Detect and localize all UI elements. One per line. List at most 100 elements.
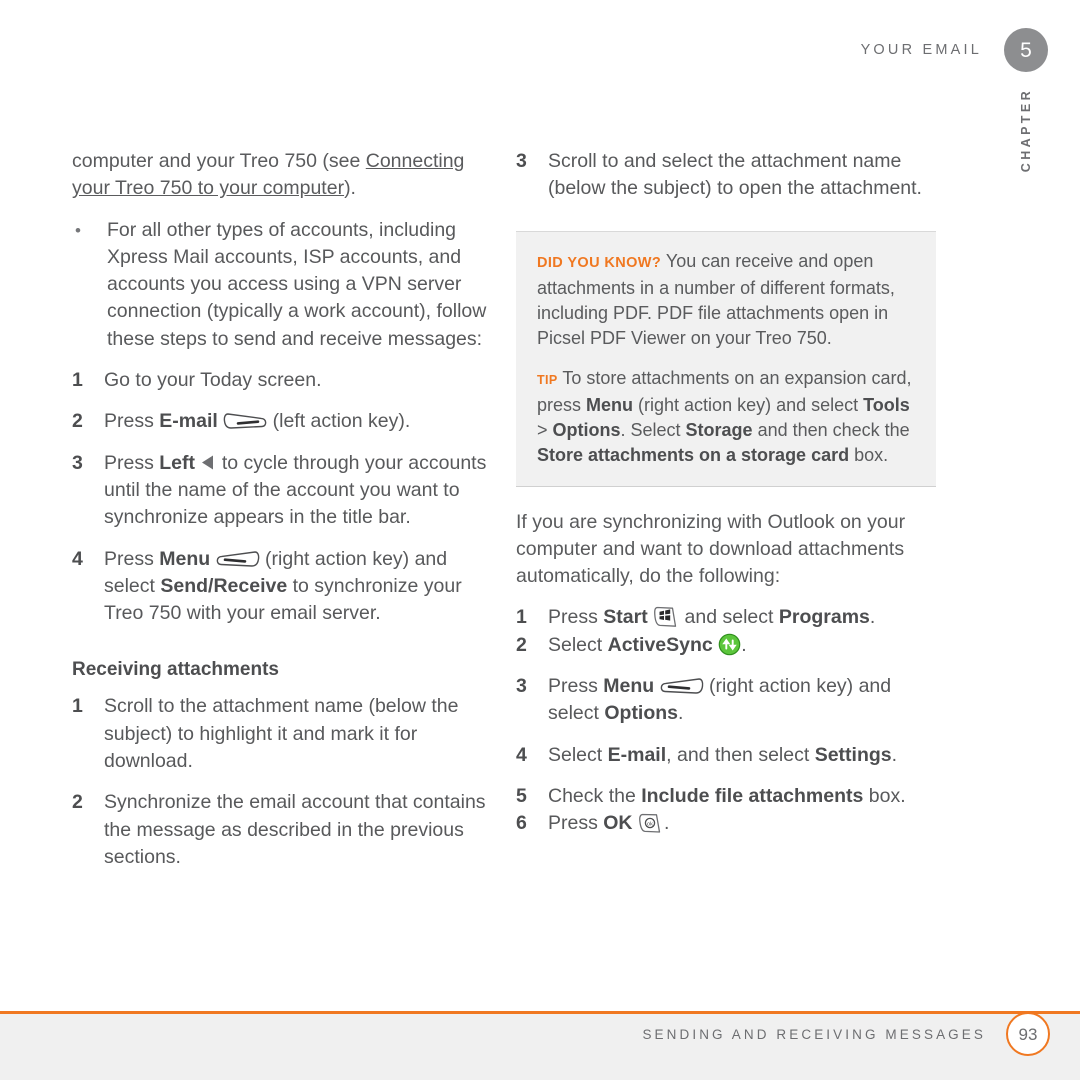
tip-paragraph: TIP To store attachments on an expansion…: [537, 366, 917, 468]
page-number-badge: 93: [1006, 1012, 1050, 1056]
step-text-emphasis: Menu: [603, 675, 655, 698]
left-arrow-icon: [200, 454, 216, 471]
step-text: Press Menu (right action key) and select…: [548, 673, 936, 728]
step-text: Press Start and select Programs.: [548, 604, 936, 631]
step-text-part: .: [869, 606, 876, 629]
tip-text-emphasis: Tools: [863, 394, 910, 415]
left-column: computer and your Treo 750 (see Connecti…: [72, 148, 492, 871]
tip-text-emphasis: Store attachments on a storage card: [537, 444, 850, 465]
step-marker: 6: [516, 812, 527, 835]
step-text-part: Press: [104, 451, 160, 474]
tip-text-part: . Select: [620, 419, 686, 440]
tip-box: DID YOU KNOW? You can receive and open a…: [516, 230, 936, 487]
step-text: Check the Include file attachments box.: [548, 783, 936, 810]
tip-text-part: >: [537, 419, 553, 440]
list-item: 4 Press Menu (right action key) and sele…: [72, 546, 492, 628]
list-item: 2 Synchronize the email account that con…: [72, 789, 492, 871]
list-item: 3 Press Left to cycle through your accou…: [72, 450, 492, 532]
step-text-part: Check the: [548, 784, 642, 807]
step-text-emphasis: ActiveSync: [607, 633, 713, 656]
step-text-emphasis: Menu: [159, 547, 211, 570]
left-action-key-icon: [223, 411, 267, 431]
step-text-emphasis: Options: [604, 702, 679, 725]
continued-paragraph-after: ).: [344, 177, 356, 200]
list-item: 4 Select E-mail, and then select Setting…: [516, 742, 936, 769]
footer: SENDING AND RECEIVING MESSAGES 93: [642, 1012, 1050, 1056]
step-text-emphasis: Start: [603, 606, 648, 629]
step-marker: 1: [516, 606, 527, 629]
step-text-emphasis: E-mail: [607, 743, 667, 766]
step-text-emphasis: E-mail: [159, 410, 218, 433]
step-text: Press OK ok.: [548, 810, 936, 837]
step-text-emphasis: OK: [603, 812, 633, 835]
step-text-part: .: [891, 743, 898, 766]
tip-label: TIP: [537, 372, 558, 387]
list-item: 1 Go to your Today screen.: [72, 367, 492, 394]
step-marker: 2: [516, 633, 527, 656]
step-marker: 5: [516, 784, 527, 807]
step-marker: 2: [72, 791, 83, 814]
step-marker: 2: [72, 410, 83, 433]
list-item: 6 Press OK ok.: [516, 810, 936, 837]
tip-text-emphasis: Menu: [586, 394, 634, 415]
list-item: 5 Check the Include file attachments box…: [516, 783, 936, 810]
step-text-part: .: [678, 702, 684, 725]
chapter-number-badge: 5: [1004, 28, 1048, 72]
step-text-emphasis: Left: [159, 451, 196, 474]
svg-text:ok: ok: [647, 822, 653, 828]
step-text: Press E-mail (left action key).: [104, 408, 492, 435]
step-text-part: , and then select: [666, 743, 815, 766]
step-marker: 1: [72, 369, 83, 392]
step-text: Press Menu (right action key) and select…: [104, 546, 492, 628]
chapter-label-text: CHAPTER: [1019, 88, 1033, 173]
right-column: 3 Scroll to and select the attachment na…: [516, 148, 936, 838]
step-text: Scroll to and select the attachment name…: [548, 150, 922, 200]
step-marker: 3: [516, 150, 527, 172]
right-action-key-icon: [216, 549, 260, 569]
continued-paragraph-before: computer and your Treo 750 (see: [72, 150, 366, 172]
step-text-part: Press: [548, 675, 604, 698]
step-marker: 3: [516, 675, 527, 698]
step-text-emphasis: Programs: [778, 606, 870, 629]
activesync-icon: [718, 633, 741, 656]
footer-title: SENDING AND RECEIVING MESSAGES: [642, 1026, 986, 1042]
step-text-part: Press: [548, 812, 604, 835]
did-you-know-paragraph: DID YOU KNOW? You can receive and open a…: [537, 249, 917, 351]
intro-paragraph: If you are synchronizing with Outlook on…: [516, 510, 906, 588]
list-item: 3 Scroll to and select the attachment na…: [516, 148, 936, 203]
right-action-key-icon: [660, 676, 704, 696]
step-marker: 4: [72, 547, 83, 570]
chapter-label: CHAPTER: [1004, 88, 1048, 172]
ok-key-icon: ok: [638, 812, 664, 834]
step-text-part: and select: [679, 606, 779, 629]
step-marker: 4: [516, 743, 527, 766]
step-text-part: Select: [548, 633, 608, 656]
step-text-part: .: [741, 633, 747, 656]
step-marker: 3: [72, 451, 83, 474]
start-windows-icon: [653, 605, 679, 628]
tip-text-part: box.: [849, 444, 889, 465]
step-text: Select E-mail, and then select Settings.: [548, 742, 936, 769]
list-item: • For all other types of accounts, inclu…: [72, 217, 492, 353]
step-text-part: Press: [548, 606, 604, 629]
bullet-marker: •: [75, 220, 81, 240]
step-text: Scroll to the attachment name (below the…: [104, 695, 459, 773]
page-header: YOUR EMAIL 5: [861, 28, 1048, 72]
page-title: YOUR EMAIL: [860, 42, 982, 58]
tip-text-part: (right action key) and select: [633, 394, 864, 415]
step-text-part: .: [663, 812, 670, 835]
step-text: Press Left to cycle through your account…: [104, 450, 492, 532]
tip-text-emphasis: Options: [552, 419, 621, 440]
tip-text-emphasis: Storage: [685, 419, 753, 440]
did-you-know-label: DID YOU KNOW?: [537, 254, 662, 271]
step-text-part: Go to your Today screen.: [104, 369, 322, 392]
step-text: Synchronize the email account that conta…: [104, 791, 486, 868]
step-text: Go to your Today screen.: [104, 367, 492, 394]
step-text-part: (left action key).: [267, 410, 411, 433]
step-text-part: Select: [548, 743, 608, 766]
list-item: 2 Select ActiveSync .: [516, 632, 936, 659]
list-item: 1 Press Start and select Programs.: [516, 604, 936, 631]
step-text-emphasis: Include file attachments: [641, 784, 864, 807]
bullet-text: For all other types of accounts, includi…: [107, 218, 487, 350]
continued-paragraph: computer and your Treo 750 (see Connecti…: [72, 148, 492, 203]
